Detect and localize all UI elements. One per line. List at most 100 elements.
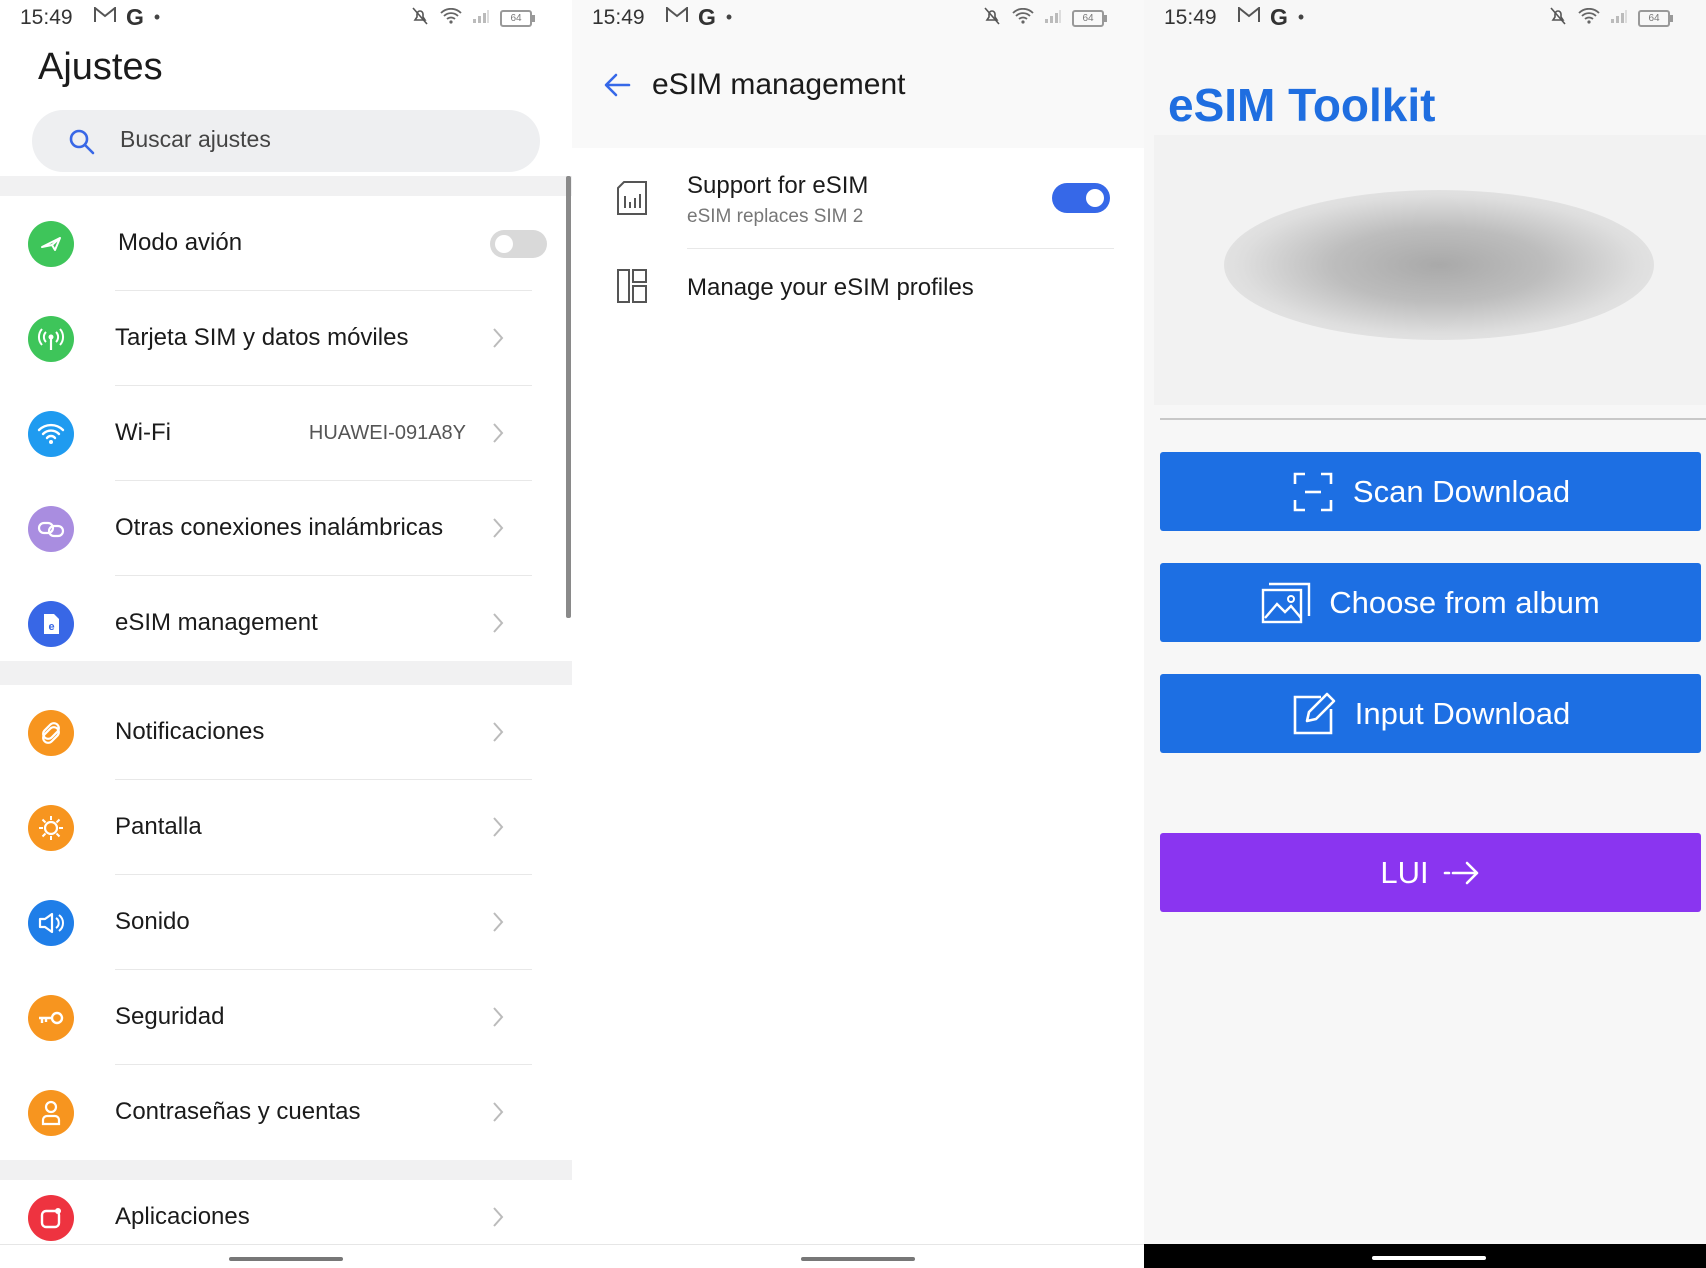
blurred-content <box>1154 135 1706 405</box>
signal-icon <box>472 8 490 29</box>
settings-item-label: Seguridad <box>115 1003 225 1030</box>
wifi-status-icon <box>440 7 462 29</box>
google-icon: G <box>698 4 716 30</box>
settings-item-label: Modo avión <box>118 229 243 256</box>
chevron-right-icon <box>493 1007 504 1027</box>
wifi-status-icon <box>1012 7 1034 29</box>
settings-screen: 15:49 G • 64 Ajustes Buscar ajustes Modo… <box>0 0 572 1268</box>
support-esim-subtitle: eSIM replaces SIM 2 <box>687 206 864 227</box>
lui-label: LUI <box>1380 854 1429 890</box>
settings-item-other-connections[interactable]: Otras conexiones inalámbricas <box>0 481 572 576</box>
esim-settings-card: Support for eSIM eSIM replaces SIM 2 Man… <box>572 148 1144 1244</box>
input-download-label: Input Download <box>1354 695 1571 731</box>
mute-icon <box>1548 6 1568 31</box>
settings-item-wifi[interactable]: Wi-Fi HUAWEI-091A8Y <box>0 386 572 481</box>
search-bar[interactable] <box>32 110 540 172</box>
settings-list: Modo avión Tarjeta SIM y datos móviles W… <box>0 176 572 1244</box>
settings-item-display[interactable]: Pantalla <box>0 780 572 875</box>
arrow-right-icon <box>1443 861 1478 884</box>
battery-icon: 64 <box>1072 10 1107 27</box>
navigation-bar <box>1144 1244 1706 1268</box>
account-icon <box>28 1090 74 1136</box>
chevron-right-icon <box>493 817 504 837</box>
settings-item-label: Contraseñas y cuentas <box>115 1098 361 1125</box>
settings-item-label: Notificaciones <box>115 718 265 745</box>
status-bar: 15:49 G • 64 <box>1144 0 1706 36</box>
gmail-icon <box>94 5 116 29</box>
scrollbar[interactable] <box>566 176 571 618</box>
settings-item-sim[interactable]: Tarjeta SIM y datos móviles <box>0 291 572 386</box>
settings-item-esim[interactable]: e eSIM management <box>0 576 572 671</box>
input-download-button[interactable]: Input Download <box>1160 674 1701 753</box>
google-icon: G <box>1270 4 1288 30</box>
airplane-icon <box>28 221 74 267</box>
settings-group-apps: Aplicaciones <box>0 1180 572 1244</box>
lui-button[interactable]: LUI <box>1160 833 1701 912</box>
settings-item-label: Otras conexiones inalámbricas <box>115 514 444 541</box>
chevron-right-icon <box>493 328 504 348</box>
key-icon <box>28 995 74 1041</box>
settings-group-connections: Modo avión Tarjeta SIM y datos móviles W… <box>0 196 572 661</box>
settings-item-apps[interactable]: Aplicaciones <box>0 1180 572 1244</box>
search-input[interactable] <box>120 126 500 153</box>
page-title: Ajustes <box>38 46 163 88</box>
link-icon <box>28 506 74 552</box>
wifi-icon <box>28 411 74 457</box>
settings-item-label: Wi-Fi <box>115 419 171 446</box>
chevron-right-icon <box>493 912 504 932</box>
esim-toolkit-screen: 15:49 G • 64 eSIM Toolkit Scan Download <box>1144 0 1706 1268</box>
manage-profiles-label: Manage your eSIM profiles <box>687 274 974 301</box>
profiles-icon <box>617 269 647 303</box>
settings-item-label: Sonido <box>115 908 190 935</box>
app-title: eSIM Toolkit <box>1168 79 1436 131</box>
scan-icon <box>1293 472 1333 511</box>
settings-item-label: Aplicaciones <box>115 1203 250 1230</box>
scan-download-button[interactable]: Scan Download <box>1160 452 1701 531</box>
scan-download-label: Scan Download <box>1352 473 1571 509</box>
settings-item-sound[interactable]: Sonido <box>0 875 572 970</box>
wifi-status-icon <box>1578 7 1600 29</box>
album-icon <box>1262 582 1311 623</box>
mute-icon <box>982 6 1002 31</box>
google-icon: G <box>126 4 144 30</box>
settings-item-label: Pantalla <box>115 813 202 840</box>
status-time: 15:49 <box>592 6 645 29</box>
settings-item-label: eSIM management <box>115 609 318 636</box>
edit-icon <box>1293 692 1336 734</box>
navigation-bar <box>572 1244 1144 1268</box>
esim-management-screen: 15:49 G • 64 eSIM management Support for… <box>572 0 1144 1268</box>
notification-dot: • <box>1297 7 1305 27</box>
chevron-right-icon <box>493 1207 504 1227</box>
chevron-right-icon <box>493 518 504 538</box>
bell-icon <box>28 710 74 756</box>
status-bar: 15:49 G • 64 <box>0 0 572 36</box>
home-indicator[interactable] <box>1372 1256 1486 1260</box>
settings-item-notifications[interactable]: Notificaciones <box>0 685 572 780</box>
settings-item-security[interactable]: Seguridad <box>0 970 572 1065</box>
gmail-icon <box>1238 5 1260 29</box>
chevron-right-icon <box>493 613 504 633</box>
airplane-mode-toggle[interactable] <box>490 230 547 258</box>
page-title: eSIM management <box>652 68 906 101</box>
navigation-bar <box>0 1244 572 1268</box>
speaker-icon <box>28 900 74 946</box>
sim-card-icon <box>617 181 647 215</box>
wifi-network-name: HUAWEI-091A8Y <box>308 422 466 444</box>
support-esim-toggle[interactable] <box>1052 183 1110 213</box>
back-arrow-icon[interactable] <box>602 70 632 100</box>
search-icon <box>69 129 95 155</box>
apps-icon <box>28 1195 74 1241</box>
chevron-right-icon <box>493 423 504 443</box>
gmail-icon <box>666 5 688 29</box>
home-indicator[interactable] <box>229 1257 343 1261</box>
settings-item-accounts[interactable]: Contraseñas y cuentas <box>0 1065 572 1160</box>
status-bar: 15:49 G • 64 <box>572 0 1144 36</box>
notification-dot: • <box>725 7 733 27</box>
choose-from-album-button[interactable]: Choose from album <box>1160 563 1701 642</box>
home-indicator[interactable] <box>801 1257 915 1261</box>
divider <box>1160 418 1706 420</box>
status-time: 15:49 <box>1164 6 1217 29</box>
chevron-right-icon <box>493 722 504 742</box>
settings-item-airplane[interactable]: Modo avión <box>0 196 572 291</box>
settings-group-device: Notificaciones Pantalla Sonido Seguridad… <box>0 685 572 1160</box>
